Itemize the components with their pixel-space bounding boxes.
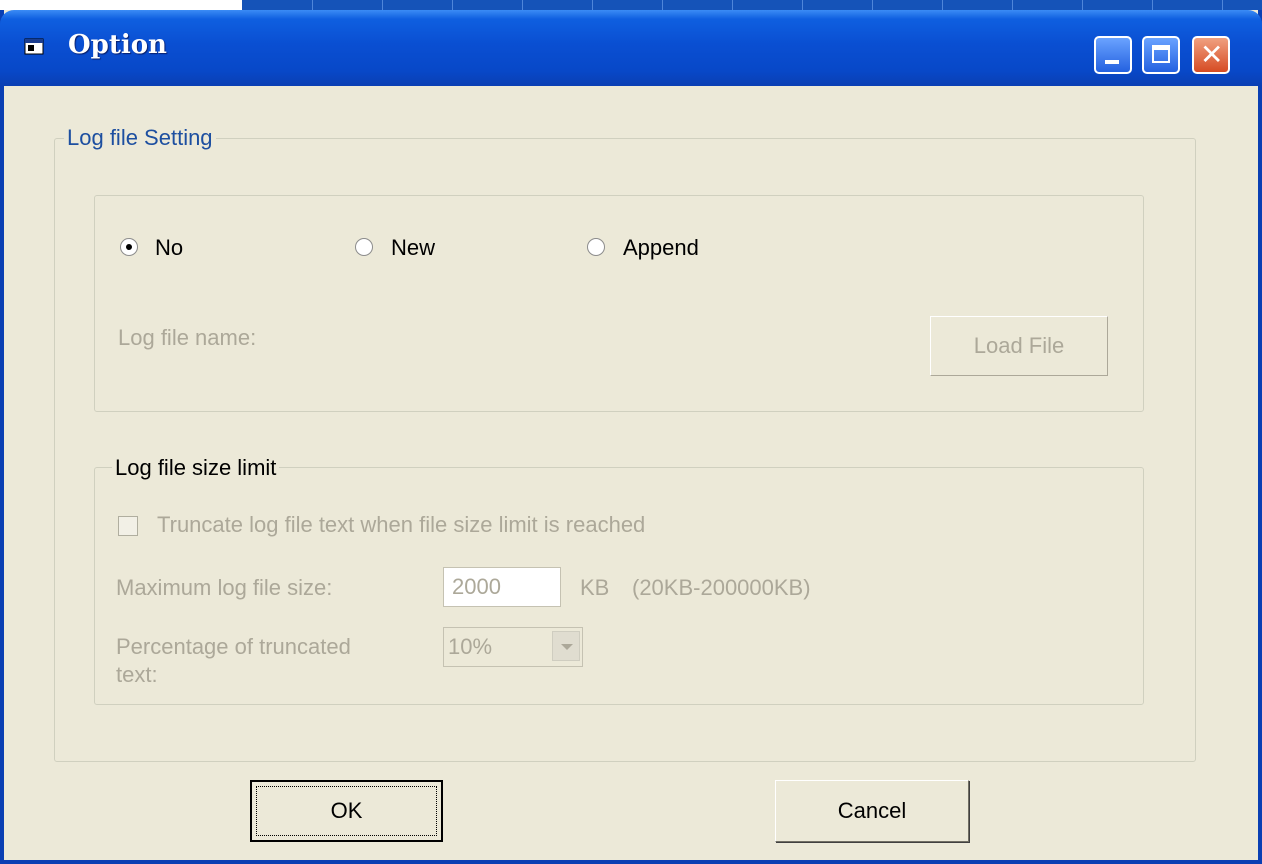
size-limit-label: Log file size limit — [112, 455, 280, 481]
ok-button[interactable]: OK — [250, 780, 443, 842]
radio-no-label[interactable]: No — [155, 235, 183, 261]
radio-new-label[interactable]: New — [391, 235, 435, 261]
chevron-down-icon[interactable] — [552, 631, 580, 661]
background-window-strip — [242, 0, 1262, 10]
focus-rectangle — [256, 786, 437, 836]
truncate-checkbox[interactable] — [118, 516, 138, 536]
log-file-setting-label: Log file Setting — [64, 125, 216, 151]
minimize-button[interactable] — [1094, 36, 1132, 74]
load-file-button[interactable]: Load File — [930, 316, 1108, 376]
radio-append[interactable] — [587, 238, 605, 256]
percentage-label-line1: Percentage of truncated — [116, 634, 351, 659]
window-app-icon — [24, 38, 44, 55]
radio-no[interactable] — [120, 238, 138, 256]
radio-append-label[interactable]: Append — [623, 235, 699, 261]
cancel-button[interactable]: Cancel — [775, 780, 969, 842]
minimize-icon — [1105, 60, 1119, 64]
log-file-name-label: Log file name: — [118, 325, 257, 350]
percentage-label-line2: text: — [116, 662, 158, 687]
max-size-label: Maximum log file size: — [116, 575, 333, 600]
maximize-icon — [1152, 45, 1170, 63]
percentage-value: 10% — [448, 634, 493, 659]
truncate-label[interactable]: Truncate log file text when file size li… — [157, 512, 645, 538]
size-range-label: (20KB-200000KB) — [632, 575, 811, 600]
size-unit-label: KB — [580, 575, 610, 600]
max-size-input[interactable]: 2000 — [443, 567, 561, 607]
title-bar[interactable]: Option ✕ — [0, 10, 1262, 86]
maximize-button[interactable] — [1142, 36, 1180, 74]
close-button[interactable]: ✕ — [1192, 36, 1230, 74]
log-mode-panel — [94, 195, 1144, 412]
window-title: Option — [68, 30, 167, 60]
close-icon: ✕ — [1200, 38, 1224, 71]
percentage-dropdown[interactable]: 10% — [443, 627, 583, 667]
radio-new[interactable] — [355, 238, 373, 256]
